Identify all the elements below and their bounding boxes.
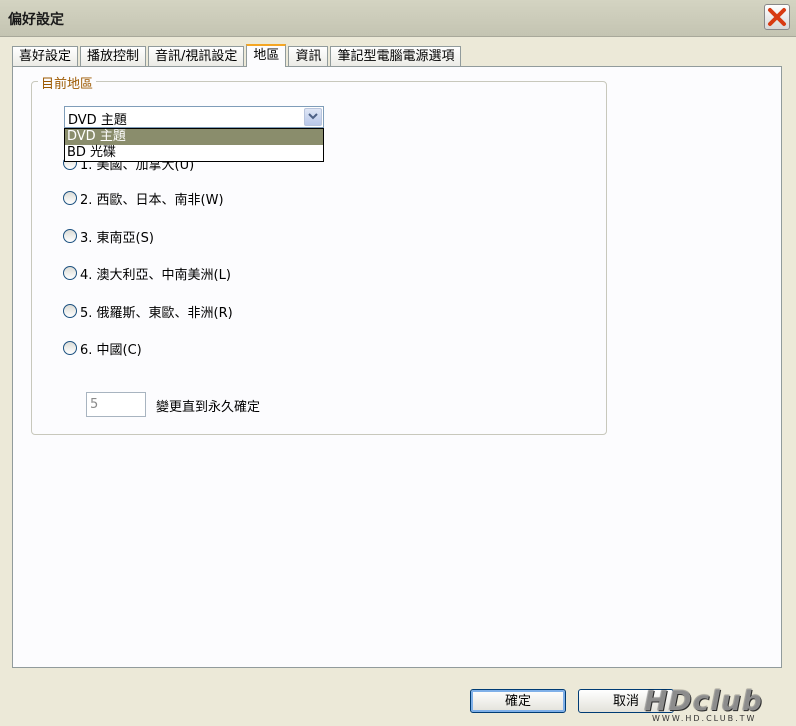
ok-button[interactable]: 確定 [470, 689, 566, 713]
tab-laptop-power[interactable]: 筆記型電腦電源選項 [330, 46, 462, 66]
region-label: 4. 澳大利亞、中南美洲(L) [80, 267, 231, 283]
tab-audio-video[interactable]: 音訊/視訊設定 [148, 46, 245, 66]
window-title: 偏好設定 [8, 12, 64, 28]
region-radio-5[interactable]: 5. 俄羅斯、東歐、非洲(R) [63, 302, 233, 321]
radio-circle[interactable] [63, 341, 77, 355]
radio-circle[interactable] [63, 266, 77, 280]
group-label: 目前地區 [38, 73, 97, 92]
tab-panel: 目前地區 DVD 主題 DVD 主題 BD 光碟 1. 美國、加拿大(U) 2.… [12, 66, 782, 668]
region-label: 2. 西歐、日本、南非(W) [80, 192, 224, 208]
combo-value: DVD 主題 [68, 113, 127, 128]
region-radio-2[interactable]: 2. 西歐、日本、南非(W) [63, 189, 224, 208]
dropdown-option-bd[interactable]: BD 光碟 [65, 145, 323, 161]
region-type-combo[interactable]: DVD 主題 [64, 106, 324, 128]
region-label: 3. 東南亞(S) [80, 230, 154, 246]
region-radio-3[interactable]: 3. 東南亞(S) [63, 227, 154, 246]
region-radio-4[interactable]: 4. 澳大利亞、中南美洲(L) [63, 264, 231, 283]
radio-circle[interactable] [63, 229, 77, 243]
tab-preferences[interactable]: 喜好設定 [12, 46, 79, 66]
chevron-down-icon [308, 113, 318, 120]
tab-playback-control[interactable]: 播放控制 [80, 46, 147, 66]
close-button[interactable] [764, 4, 790, 30]
change-count-label: 變更直到永久確定 [156, 400, 261, 415]
close-icon [768, 8, 786, 26]
dropdown-option-dvd[interactable]: DVD 主題 [65, 129, 323, 145]
tab-info[interactable]: 資訊 [288, 46, 329, 66]
current-region-group: 目前地區 DVD 主題 DVD 主題 BD 光碟 1. 美國、加拿大(U) 2.… [31, 73, 607, 435]
combo-dropdown-list: DVD 主題 BD 光碟 [64, 128, 324, 162]
radio-circle[interactable] [63, 191, 77, 205]
radio-circle[interactable] [63, 304, 77, 318]
tab-region[interactable]: 地區 [246, 44, 287, 67]
cancel-button[interactable]: 取消 [578, 689, 674, 713]
watermark-url: WWW.HD.CLUB.TW [652, 714, 757, 723]
region-label: 5. 俄羅斯、東歐、非洲(R) [80, 305, 233, 321]
region-radio-6[interactable]: 6. 中國(C) [63, 339, 142, 358]
combo-dropdown-button[interactable] [304, 108, 322, 126]
tab-strip: 喜好設定 播放控制 音訊/視訊設定 地區 資訊 筆記型電腦電源選項 [12, 44, 463, 67]
change-count-field: 5 [86, 392, 146, 417]
title-bar: 偏好設定 [0, 0, 796, 37]
region-label: 6. 中國(C) [80, 342, 142, 358]
